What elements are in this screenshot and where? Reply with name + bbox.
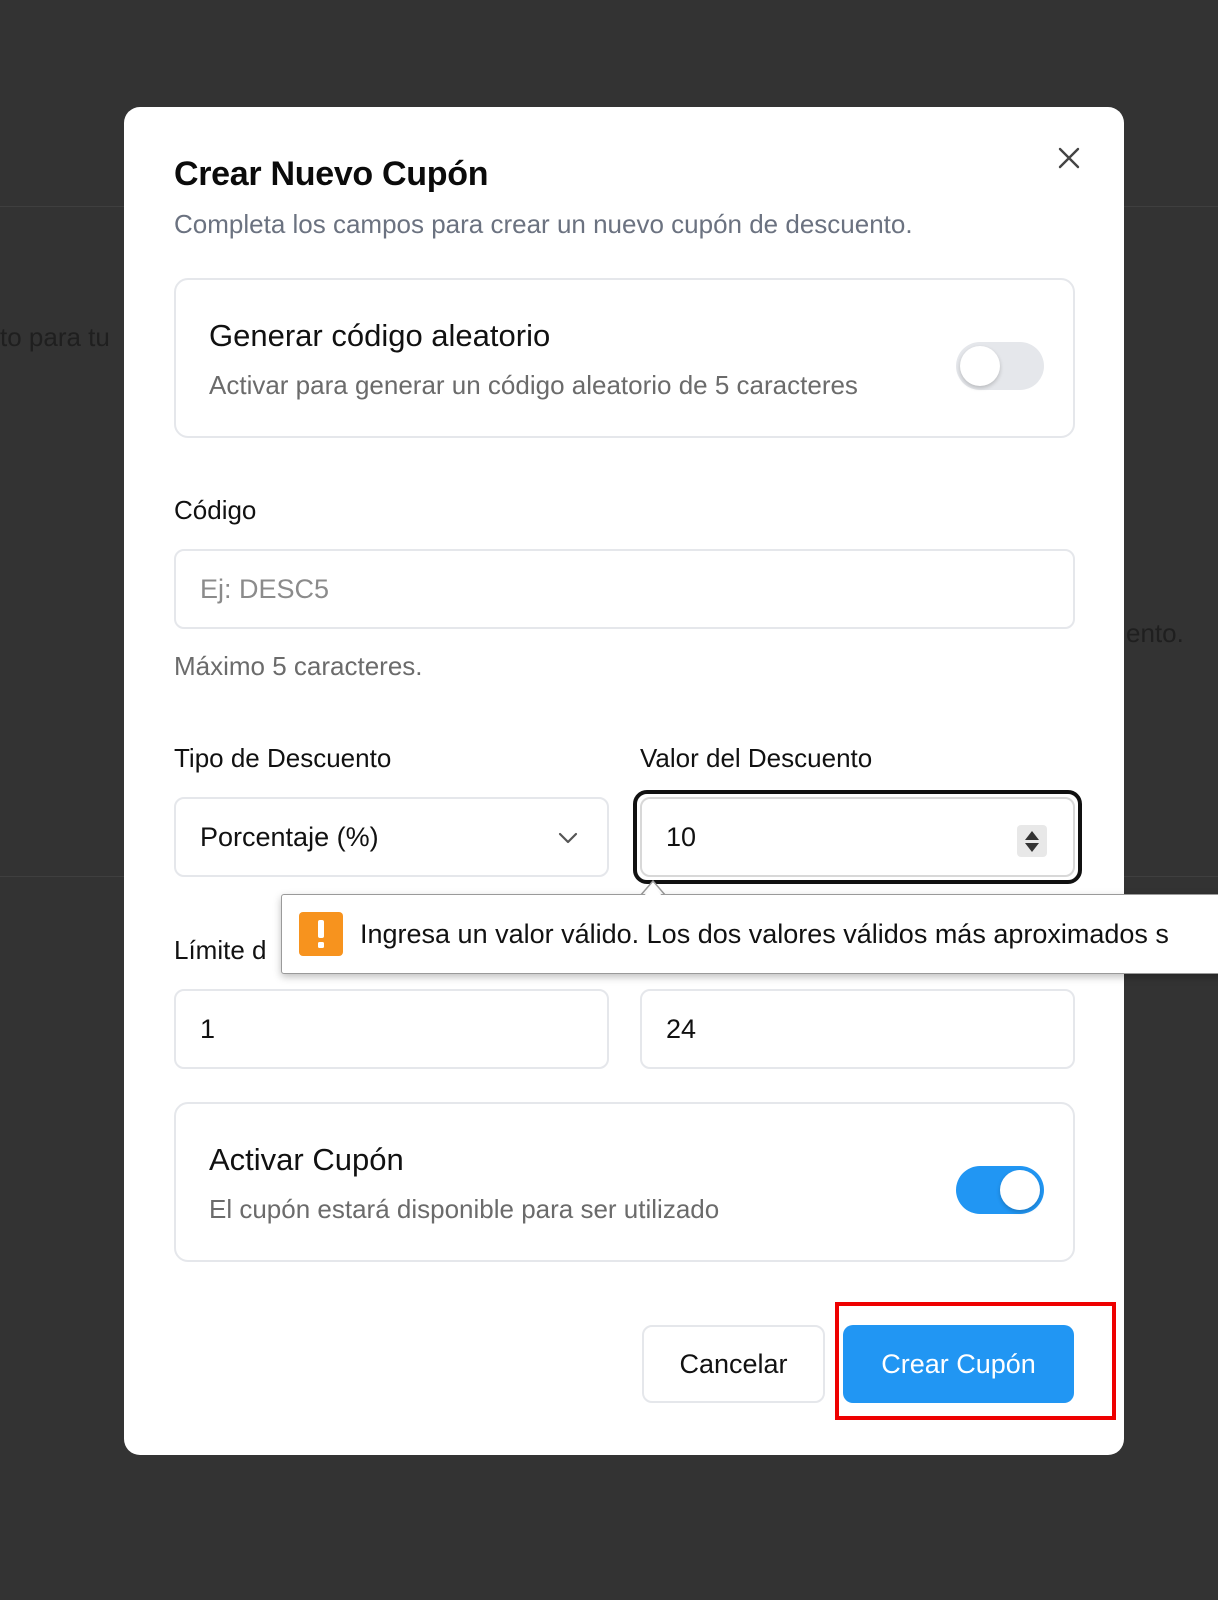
chevron-down-icon: [558, 832, 578, 844]
stepper-up-icon[interactable]: [1025, 830, 1039, 840]
discount-type-label: Tipo de Descuento: [174, 743, 392, 773]
discount-type-value: Porcentaje (%): [200, 821, 379, 852]
warning-icon: [299, 912, 343, 956]
activate-coupon-title: Activar Cupón: [209, 1142, 404, 1177]
close-icon: [1058, 147, 1080, 169]
tooltip-arrow-cover: [642, 886, 664, 898]
usage-limit-value[interactable]: 1: [200, 1014, 215, 1045]
code-hint: Máximo 5 caracteres.: [174, 651, 423, 681]
stepper-down-icon[interactable]: [1025, 842, 1039, 852]
create-coupon-dialog: Crear Nuevo Cupón Completa los campos pa…: [124, 107, 1124, 1455]
code-input[interactable]: [200, 573, 1073, 605]
dialog-title: Crear Nuevo Cupón: [174, 155, 489, 193]
toggle-knob: [960, 346, 1000, 386]
discount-value-field[interactable]: 10: [640, 797, 1075, 877]
toggle-knob: [1000, 1170, 1040, 1210]
usage-limit-label: Límite d: [174, 935, 267, 965]
discount-type-select[interactable]: Porcentaje (%): [174, 797, 609, 877]
random-code-title: Generar código aleatorio: [209, 318, 551, 353]
background-text-left: to para tu: [0, 322, 110, 352]
second-number-field[interactable]: 24: [640, 989, 1075, 1069]
code-label: Código: [174, 495, 257, 525]
random-code-toggle[interactable]: [956, 342, 1044, 390]
usage-limit-field[interactable]: 1: [174, 989, 609, 1069]
discount-value-label: Valor del Descuento: [640, 743, 873, 773]
cancel-button[interactable]: Cancelar: [642, 1325, 825, 1403]
code-field[interactable]: [174, 549, 1075, 629]
discount-value-input[interactable]: 10: [666, 822, 696, 853]
activate-coupon-subtitle: El cupón estará disponible para ser util…: [209, 1194, 720, 1224]
highlight-annotation: [835, 1302, 1116, 1420]
close-button[interactable]: [1052, 141, 1086, 175]
activate-coupon-toggle[interactable]: [956, 1166, 1044, 1214]
validation-message: Ingresa un valor válido. Los dos valores…: [360, 918, 1169, 949]
second-number-value[interactable]: 24: [666, 1014, 696, 1045]
random-code-card: Generar código aleatorio Activar para ge…: [174, 278, 1075, 438]
validation-tooltip: Ingresa un valor válido. Los dos valores…: [281, 894, 1218, 974]
activate-coupon-card: Activar Cupón El cupón estará disponible…: [174, 1102, 1075, 1262]
number-stepper[interactable]: [1017, 825, 1047, 857]
random-code-subtitle: Activar para generar un código aleatorio…: [209, 370, 858, 400]
background-text-right: ento.: [1126, 618, 1184, 648]
dialog-description: Completa los campos para crear un nuevo …: [174, 209, 913, 239]
